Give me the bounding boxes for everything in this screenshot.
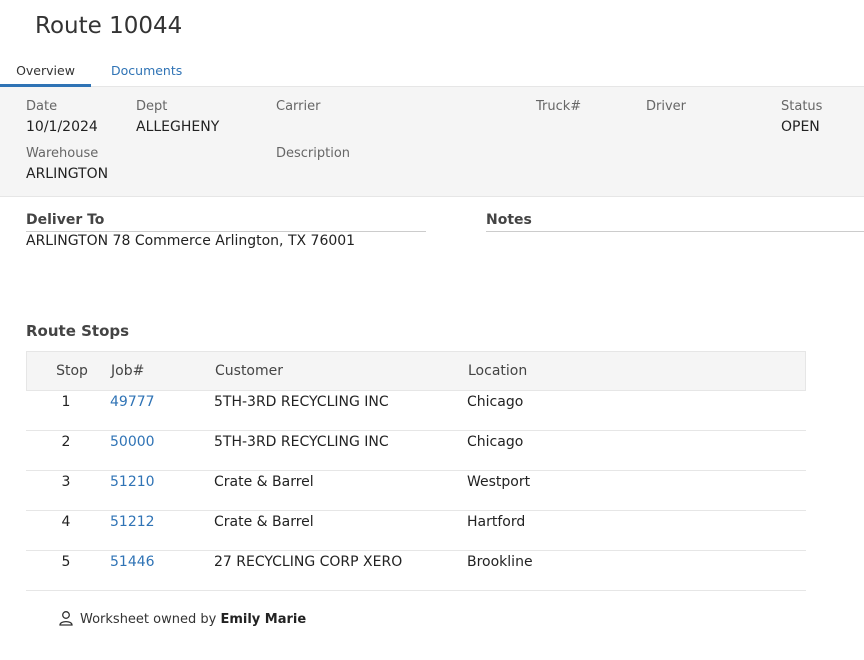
- description-field: Description: [276, 145, 350, 164]
- page-title: Route 10044: [35, 13, 183, 39]
- stop-number: 3: [61, 474, 71, 490]
- table-row: 5 51446 27 RECYCLING CORP XERO Brookline: [26, 551, 806, 591]
- table-header: Stop Job# Customer Location: [26, 351, 806, 391]
- date-value: 10/1/2024: [26, 119, 98, 135]
- dept-value: ALLEGHENY: [136, 119, 220, 135]
- driver-label: Driver: [646, 99, 687, 114]
- customer-name: 27 RECYCLING CORP XERO: [214, 554, 403, 570]
- dept-field: Dept ALLEGHENY: [136, 98, 219, 137]
- status-label: Status: [781, 99, 823, 114]
- location-name: Westport: [467, 474, 531, 490]
- job-link[interactable]: 51212: [110, 511, 155, 532]
- description-label: Description: [276, 146, 351, 161]
- job-link[interactable]: 51446: [110, 551, 155, 572]
- truck-label: Truck#: [536, 99, 582, 114]
- stop-number: 1: [61, 394, 71, 410]
- notes-heading: Notes: [486, 212, 864, 232]
- customer-name: 5TH-3RD RECYCLING INC: [214, 434, 389, 450]
- location-name: Chicago: [467, 434, 524, 450]
- location-name: Brookline: [467, 554, 533, 570]
- column-header-job[interactable]: Job#: [111, 352, 144, 381]
- warehouse-value: ARLINGTON: [26, 166, 109, 182]
- job-link[interactable]: 50000: [110, 431, 155, 452]
- stop-number: 5: [61, 554, 71, 570]
- carrier-label: Carrier: [276, 99, 321, 114]
- status-value: OPEN: [781, 119, 820, 135]
- tab-overview[interactable]: Overview: [0, 60, 91, 87]
- column-header-location[interactable]: Location: [468, 352, 527, 381]
- location-name: Hartford: [467, 514, 526, 530]
- route-info-panel: Date 10/1/2024 Dept ALLEGHENY Carrier Tr…: [0, 87, 864, 197]
- customer-name: Crate & Barrel: [214, 514, 314, 530]
- location-name: Chicago: [467, 394, 524, 410]
- stop-number: 2: [61, 434, 71, 450]
- route-stops-heading: Route Stops: [26, 322, 130, 340]
- tab-documents[interactable]: Documents: [111, 60, 182, 87]
- owner-prefix: Worksheet owned by: [80, 612, 217, 627]
- worksheet-owner: Worksheet owned by Emily Marie: [58, 610, 306, 630]
- warehouse-field: Warehouse ARLINGTON: [26, 145, 108, 184]
- date-field: Date 10/1/2024: [26, 98, 98, 137]
- table-row: 4 51212 Crate & Barrel Hartford: [26, 511, 806, 551]
- dept-label: Dept: [136, 99, 168, 114]
- job-link[interactable]: 49777: [110, 391, 155, 412]
- deliver-to-address: ARLINGTON 78 Commerce Arlington, TX 7600…: [26, 233, 356, 249]
- tab-bar: Overview Documents: [0, 60, 864, 87]
- date-label: Date: [26, 99, 58, 114]
- column-header-stop[interactable]: Stop: [27, 352, 117, 381]
- table-row: 3 51210 Crate & Barrel Westport: [26, 471, 806, 511]
- job-link[interactable]: 51210: [110, 471, 155, 492]
- customer-name: 5TH-3RD RECYCLING INC: [214, 394, 389, 410]
- user-icon: [58, 610, 74, 626]
- truck-field: Truck#: [536, 98, 581, 117]
- deliver-to-heading: Deliver To: [26, 212, 426, 232]
- customer-name: Crate & Barrel: [214, 474, 314, 490]
- table-row: 2 50000 5TH-3RD RECYCLING INC Chicago: [26, 431, 806, 471]
- table-row: 1 49777 5TH-3RD RECYCLING INC Chicago: [26, 391, 806, 431]
- status-field: Status OPEN: [781, 98, 822, 137]
- carrier-field: Carrier: [276, 98, 320, 117]
- route-stops-table: Stop Job# Customer Location 1 49777 5TH-…: [26, 351, 806, 591]
- owner-name: Emily Marie: [220, 612, 307, 627]
- driver-field: Driver: [646, 98, 686, 117]
- warehouse-label: Warehouse: [26, 146, 99, 161]
- stop-number: 4: [61, 514, 71, 530]
- column-header-customer[interactable]: Customer: [215, 352, 283, 381]
